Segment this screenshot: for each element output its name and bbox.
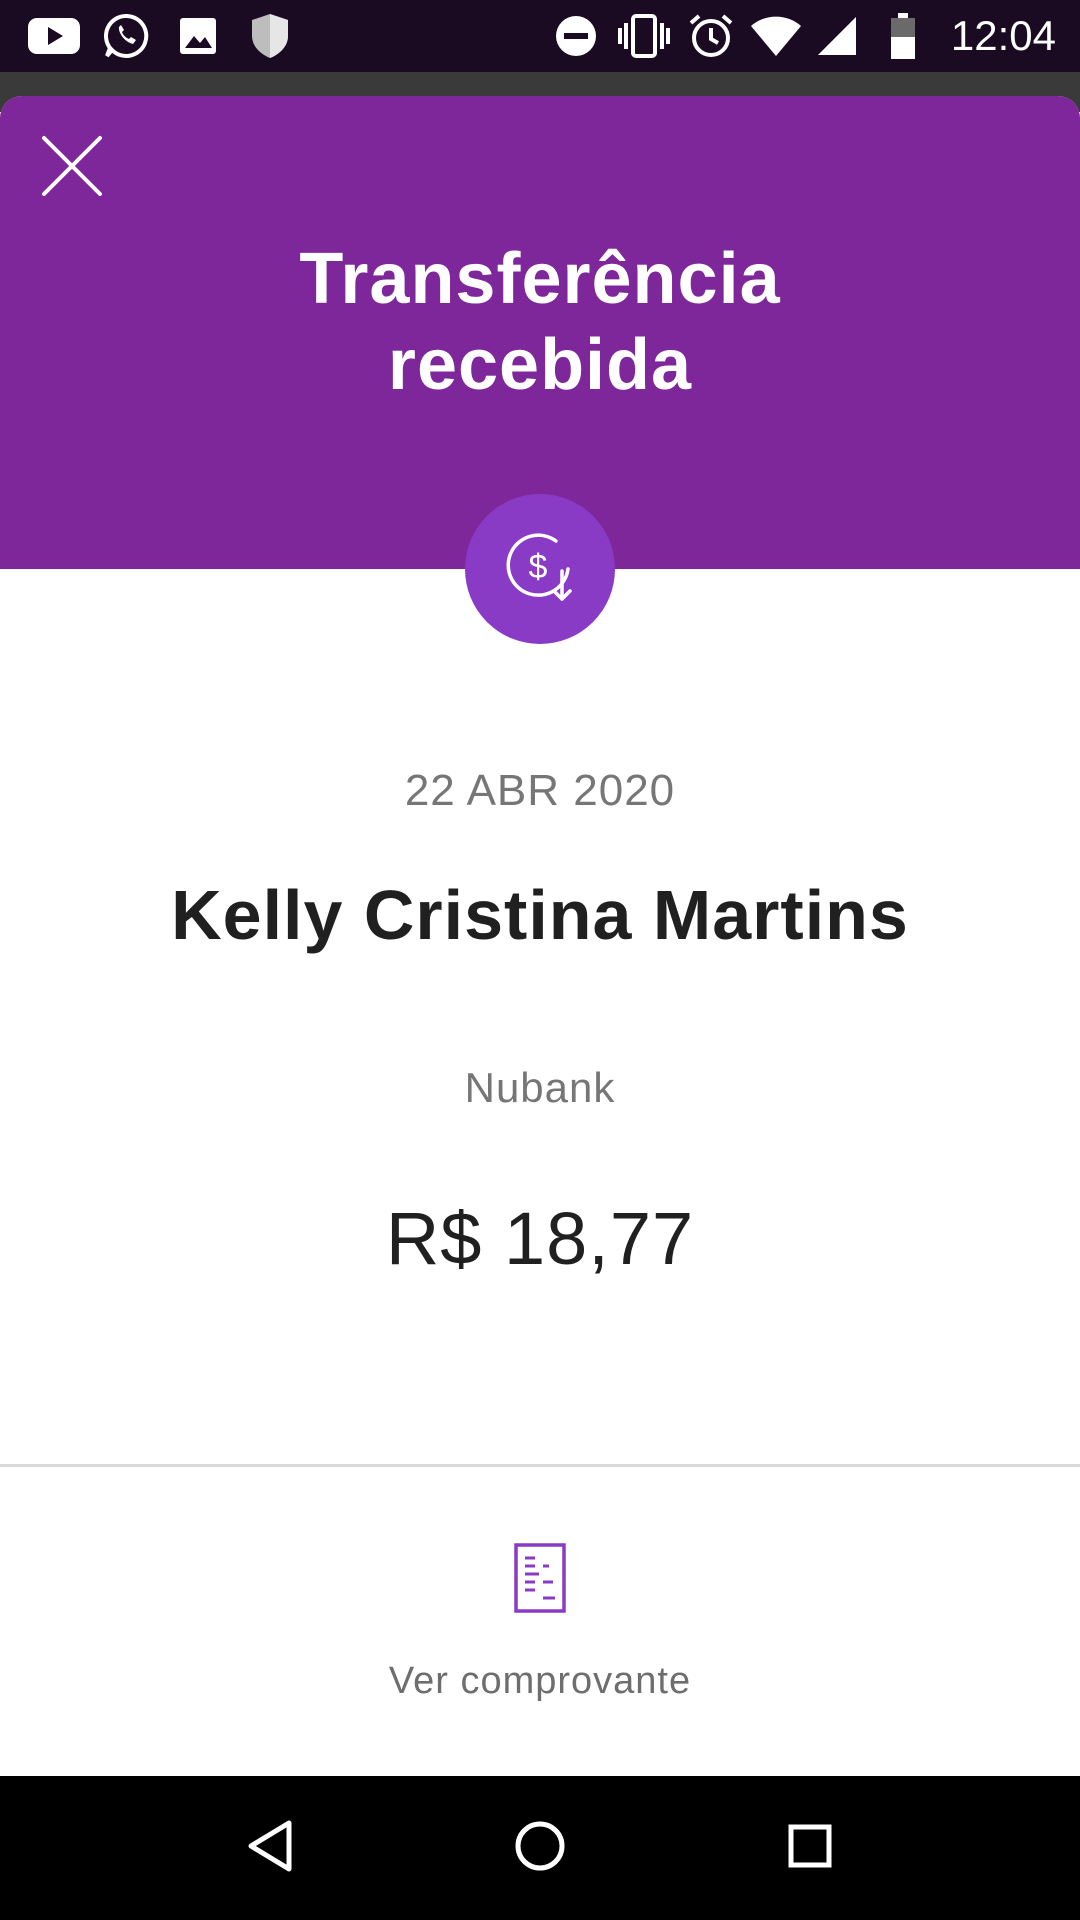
sender-bank: Nubank	[464, 1064, 616, 1111]
transfer-detail-sheet: Transferência recebida $ 22 ABR 2020 Kel…	[0, 96, 1080, 1776]
divider	[0, 1464, 1080, 1467]
nav-back-button[interactable]	[230, 1808, 310, 1888]
shield-icon	[246, 12, 294, 60]
close-icon	[41, 135, 103, 202]
screen: 12:04 Transferência recebida $ 22 ABR 20…	[0, 0, 1080, 1920]
gallery-icon	[176, 12, 220, 60]
sender-name: Kelly Cristina Martins	[171, 876, 909, 954]
receipt-icon	[505, 1536, 575, 1620]
recents-icon	[787, 1823, 833, 1874]
transfer-type-badge: $	[465, 494, 615, 644]
svg-text:$: $	[529, 548, 548, 586]
wifi-icon	[748, 12, 804, 60]
battery-icon	[886, 12, 920, 60]
status-bar: 12:04	[0, 0, 1080, 72]
home-icon	[514, 1820, 566, 1877]
alarm-icon	[686, 12, 736, 60]
nav-recents-button[interactable]	[770, 1808, 850, 1888]
vibrate-icon	[618, 12, 670, 60]
status-time: 12:04	[950, 12, 1056, 59]
close-button[interactable]	[36, 132, 108, 204]
navigation-bar	[0, 1776, 1080, 1920]
transfer-date: 22 ABR 2020	[404, 766, 676, 815]
cell-signal-icon	[814, 12, 860, 60]
do-not-disturb-icon	[552, 12, 600, 60]
youtube-icon	[26, 12, 82, 60]
transfer-amount: R$ 18,77	[385, 1197, 695, 1280]
page-title: Transferência recebida	[299, 239, 781, 405]
view-receipt-button[interactable]: Ver comprovante	[340, 1536, 740, 1776]
money-received-icon: $	[502, 529, 578, 610]
back-icon	[245, 1819, 295, 1878]
whatsapp-icon	[100, 12, 152, 60]
view-receipt-label: Ver comprovante	[388, 1660, 692, 1702]
nav-home-button[interactable]	[500, 1808, 580, 1888]
